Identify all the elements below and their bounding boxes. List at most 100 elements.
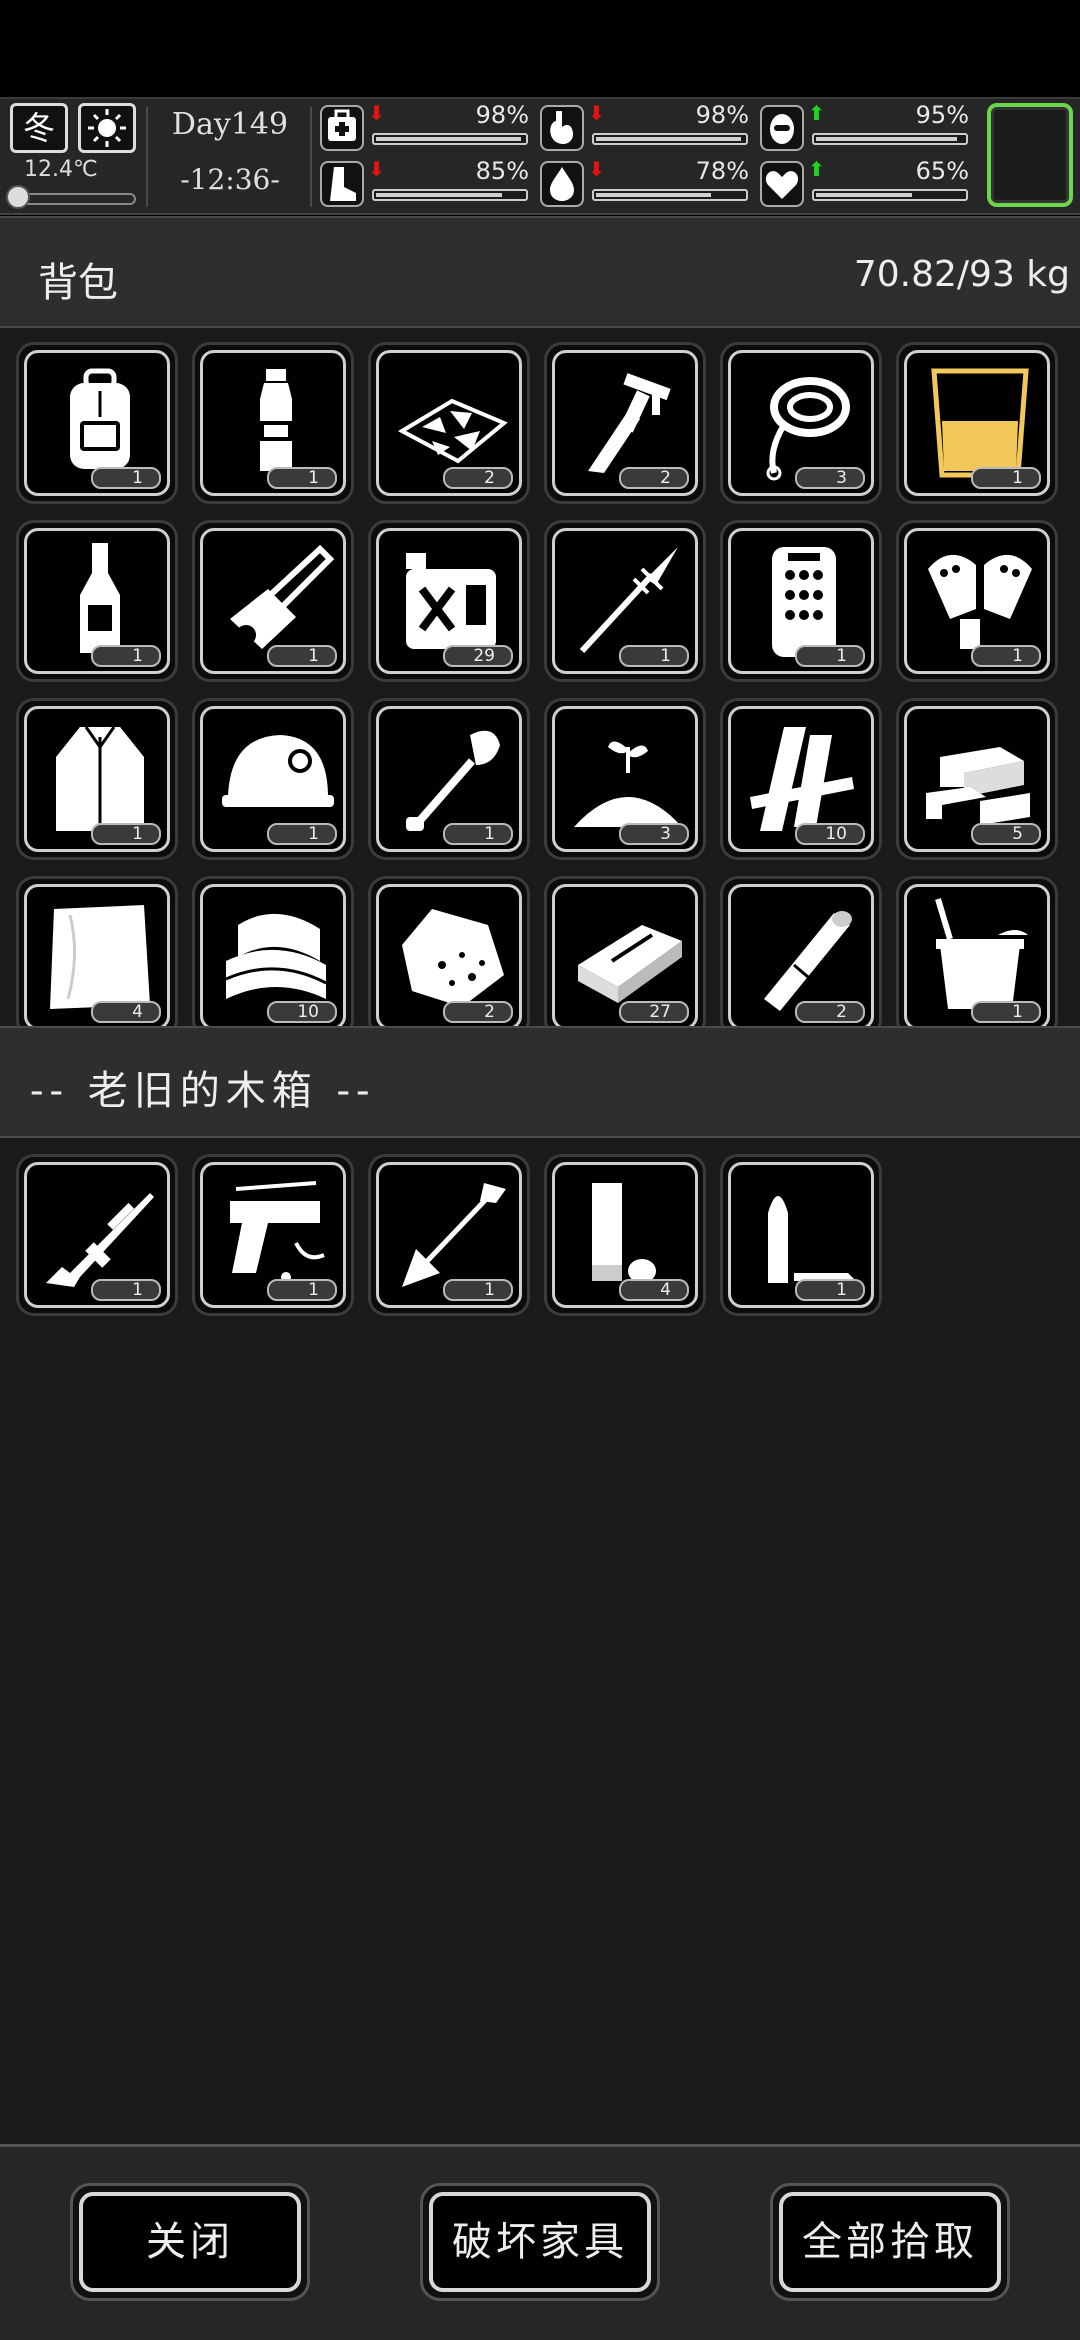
destroy-furniture-button[interactable]: 破坏家具 bbox=[420, 2183, 660, 2301]
stat-bar-fill bbox=[816, 193, 912, 197]
inventory-slot-frame: 1 bbox=[904, 350, 1050, 496]
inventory-slot-frame: 1 bbox=[728, 528, 874, 674]
stat-thirst[interactable]: ⬇ 78% bbox=[540, 157, 755, 209]
inventory-slot[interactable]: 4 bbox=[16, 876, 178, 1026]
inventory-slot[interactable]: 27 bbox=[544, 876, 706, 1026]
item-quantity: 1 bbox=[971, 467, 1041, 489]
inventory-slot[interactable]: 1 bbox=[16, 342, 178, 504]
inventory-slot[interactable]: 1 bbox=[16, 1154, 178, 1316]
inventory-slot-frame: 1 bbox=[200, 706, 346, 852]
trend-down-icon: ⬇ bbox=[588, 157, 605, 181]
inventory-slot[interactable]: 1 bbox=[544, 520, 706, 682]
inventory-slot[interactable]: 2 bbox=[544, 342, 706, 504]
bandage-roll-icon bbox=[764, 911, 852, 1011]
inventory-slot[interactable]: 1 bbox=[192, 342, 354, 504]
inventory-slot[interactable]: 1 bbox=[368, 1154, 530, 1316]
item-quantity: 1 bbox=[443, 823, 513, 845]
item-quantity: 3 bbox=[619, 823, 689, 845]
liquor-bottle-icon bbox=[80, 543, 120, 653]
stat-bar bbox=[372, 189, 528, 201]
inventory-slot-frame: 1 bbox=[200, 528, 346, 674]
inventory-slot[interactable]: 1 bbox=[192, 698, 354, 860]
stat-bar bbox=[592, 133, 748, 145]
inventory-slot[interactable]: 5 bbox=[896, 698, 1058, 860]
stat-stamina[interactable]: ⬇ 85% bbox=[320, 157, 535, 209]
stat-spirit[interactable]: ⬆ 65% bbox=[760, 157, 975, 209]
spear-icon bbox=[579, 547, 678, 654]
season-label: 冬 bbox=[22, 109, 55, 147]
inventory-slot[interactable]: 1 bbox=[16, 520, 178, 682]
inventory-slot[interactable]: 10 bbox=[192, 876, 354, 1026]
inventory-slot[interactable]: 1 bbox=[896, 342, 1058, 504]
backpack-weight: 70.82/93 kg bbox=[853, 254, 1070, 295]
inventory-slot[interactable]: 10 bbox=[720, 698, 882, 860]
item-quantity: 29 bbox=[443, 645, 513, 667]
item-quantity: 1 bbox=[267, 467, 337, 489]
inventory-slot[interactable]: 3 bbox=[544, 698, 706, 860]
item-quantity: 27 bbox=[619, 1001, 689, 1023]
item-quantity: 10 bbox=[267, 1001, 337, 1023]
inventory-slot-frame: 3 bbox=[728, 350, 874, 496]
item-quantity: 1 bbox=[91, 645, 161, 667]
inventory-slot[interactable]: 1 bbox=[16, 698, 178, 860]
take-all-button[interactable]: 全部拾取 bbox=[770, 2183, 1010, 2301]
equipped-item-slot[interactable] bbox=[987, 103, 1073, 207]
inventory-slot[interactable]: 2 bbox=[368, 342, 530, 504]
close-button-label: 关闭 bbox=[79, 2192, 301, 2292]
mood-icon bbox=[760, 105, 804, 151]
stat-hunger[interactable]: ⬇ 98% bbox=[540, 101, 755, 153]
chainsaw-icon bbox=[230, 544, 335, 649]
inventory-slot[interactable]: 29 bbox=[368, 520, 530, 682]
inventory-slot-frame: 2 bbox=[376, 350, 522, 496]
trend-up-icon: ⬆ bbox=[808, 157, 825, 181]
inventory-slot-frame: 1 bbox=[200, 1162, 346, 1308]
drink-glass-icon bbox=[931, 368, 1029, 478]
item-quantity: 1 bbox=[795, 1279, 865, 1301]
temperature-gauge-knob bbox=[6, 185, 30, 209]
inventory-slot[interactable]: 1 bbox=[896, 520, 1058, 682]
helmet-icon bbox=[222, 735, 334, 807]
item-quantity: 1 bbox=[267, 645, 337, 667]
inventory-slot-frame: 2 bbox=[728, 884, 874, 1026]
stat-percent: 95% bbox=[915, 101, 969, 129]
inventory-slot[interactable]: 2 bbox=[368, 876, 530, 1026]
divider bbox=[146, 107, 148, 207]
stat-percent: 98% bbox=[695, 101, 749, 129]
stat-health[interactable]: ⬇ 98% bbox=[320, 101, 535, 153]
gloves-icon bbox=[928, 554, 1032, 649]
fuel-can-icon bbox=[406, 553, 496, 649]
arrow-icon bbox=[402, 1183, 506, 1287]
inventory-slot-frame: 10 bbox=[200, 884, 346, 1026]
container-grid[interactable]: 1 1 1 4 1 bbox=[0, 1138, 1080, 2144]
inventory-slot[interactable]: 1 bbox=[368, 698, 530, 860]
stat-bar-fill bbox=[376, 137, 521, 141]
close-button[interactable]: 关闭 bbox=[70, 2183, 310, 2301]
trend-up-icon: ⬆ bbox=[808, 101, 825, 125]
inventory-slot[interactable]: 1 bbox=[192, 1154, 354, 1316]
inventory-slot[interactable]: 1 bbox=[720, 520, 882, 682]
inventory-slot[interactable]: 2 bbox=[720, 876, 882, 1026]
weather-indicator[interactable] bbox=[78, 103, 136, 153]
inventory-slot[interactable]: 1 bbox=[896, 876, 1058, 1026]
inventory-slot[interactable]: 1 bbox=[192, 520, 354, 682]
inventory-slot-frame: 29 bbox=[376, 528, 522, 674]
cloth-icon bbox=[50, 905, 150, 1009]
backpack-header: 背包 70.82/93 kg bbox=[0, 216, 1080, 328]
stat-mood[interactable]: ⬆ 95% bbox=[760, 101, 975, 153]
backpack-grid[interactable]: 1 1 2 2 3 1 1 1 29 1 1 1 1 1 1 3 10 5 4 10 2 27 2 1 bbox=[0, 328, 1080, 1026]
medkit-icon bbox=[320, 105, 364, 151]
destroy-furniture-button-label: 破坏家具 bbox=[429, 2192, 651, 2292]
stat-bar-fill bbox=[596, 137, 741, 141]
action-bar: 关闭 破坏家具 全部拾取 bbox=[0, 2144, 1080, 2340]
item-quantity: 1 bbox=[91, 823, 161, 845]
inventory-slot[interactable]: 4 bbox=[544, 1154, 706, 1316]
inventory-slot-frame: 1 bbox=[24, 528, 170, 674]
game-clock: -12:36- bbox=[180, 163, 280, 196]
item-quantity: 5 bbox=[971, 823, 1041, 845]
trend-down-icon: ⬇ bbox=[368, 101, 385, 125]
inventory-slot-frame: 1 bbox=[200, 350, 346, 496]
season-indicator[interactable]: 冬 bbox=[10, 103, 68, 153]
item-quantity: 4 bbox=[91, 1001, 161, 1023]
inventory-slot[interactable]: 3 bbox=[720, 342, 882, 504]
inventory-slot[interactable]: 1 bbox=[720, 1154, 882, 1316]
